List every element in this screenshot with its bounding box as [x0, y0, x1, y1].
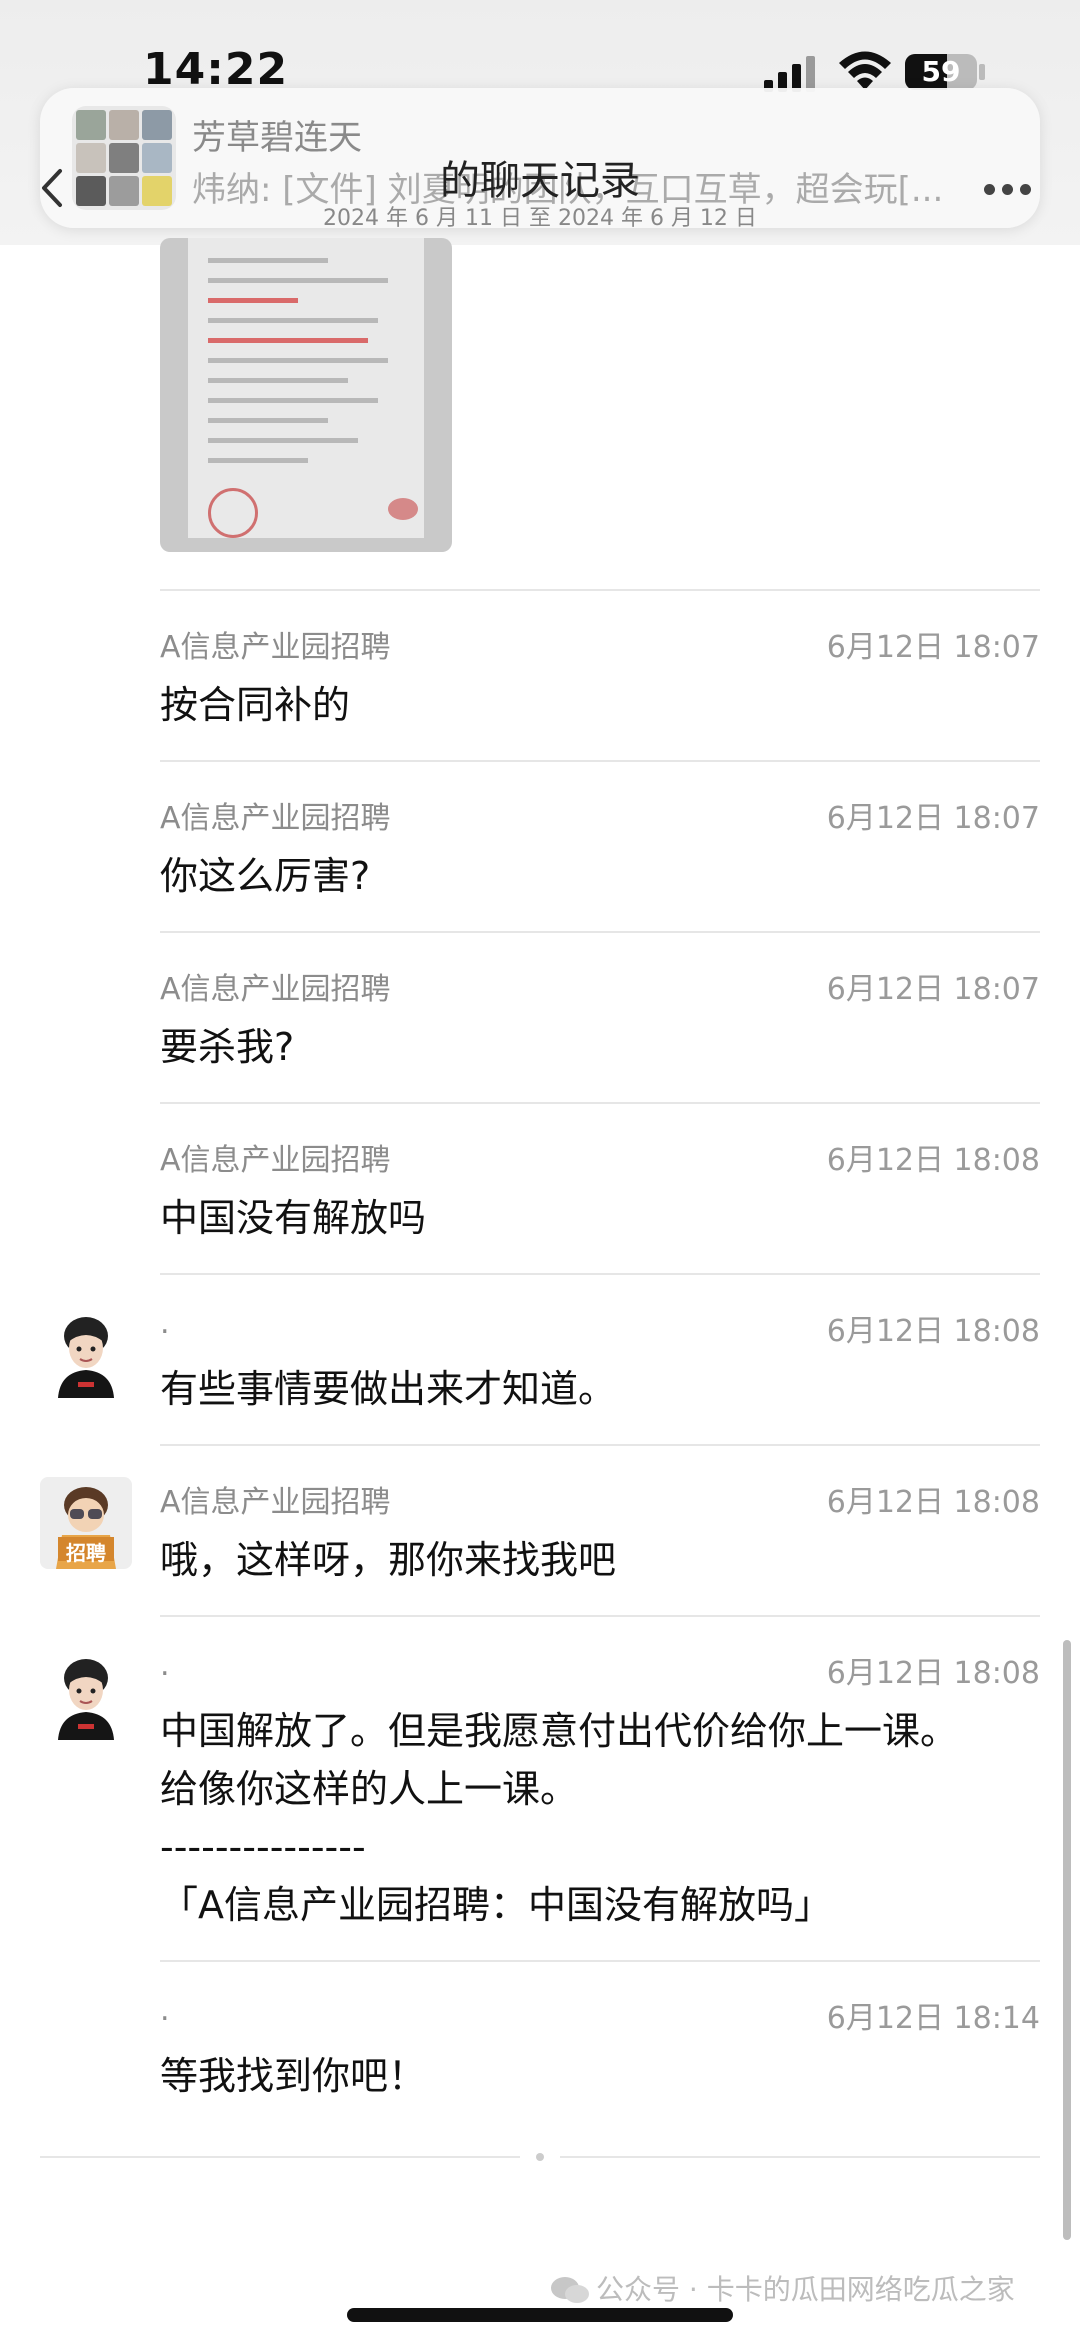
fingerprint-mark [388, 498, 418, 520]
message-sender: . [160, 1306, 170, 1341]
divider [160, 1960, 1040, 1962]
divider [160, 1102, 1040, 1104]
user-avatar[interactable] [40, 1648, 132, 1740]
end-divider-right [560, 2156, 1040, 2158]
watermark: 公众号 · 卡卡的瓜田网络吃瓜之家 [550, 2268, 1015, 2308]
battery-level: 59 [921, 55, 961, 88]
message-sender: A信息产业园招聘 [160, 972, 391, 1007]
message-time: 6月12日 18:08 [826, 1485, 1040, 1520]
message-text: 中国解放了。但是我愿意付出代价给你上一课。 给像你这样的人上一课。 ------… [160, 1709, 959, 1927]
message-text: 要杀我? [160, 1025, 295, 1069]
divider [160, 1615, 1040, 1617]
home-indicator[interactable] [347, 2308, 733, 2322]
message-sender: A信息产业园招聘 [160, 1143, 391, 1178]
divider [160, 760, 1040, 762]
recruiter-avatar[interactable]: 招聘 [40, 1477, 132, 1569]
scrollbar[interactable] [1063, 1640, 1071, 2240]
chat-message[interactable]: A信息产业园招聘 6月12日 18:07 要杀我? [160, 964, 1040, 1084]
chat-message[interactable]: A信息产业园招聘 6月12日 18:07 你这么厉害? [160, 793, 1040, 913]
message-sender: A信息产业园招聘 [160, 630, 391, 665]
stamp-seal [208, 488, 258, 538]
page-title: 的聊天记录 [440, 158, 640, 204]
end-divider-dot [536, 2153, 544, 2161]
more-options-icon[interactable] [984, 184, 1032, 196]
message-time: 6月12日 18:08 [826, 1314, 1040, 1349]
divider [160, 1444, 1040, 1446]
message-time: 6月12日 18:07 [826, 801, 1040, 836]
message-text: 有些事情要做出来才知道。 [160, 1367, 617, 1411]
message-time: 6月12日 18:08 [826, 1656, 1040, 1691]
user-avatar[interactable] [40, 1306, 132, 1398]
wifi-icon [839, 51, 891, 90]
message-time: 6月12日 18:08 [826, 1143, 1040, 1178]
message-sender: . [160, 1993, 170, 2028]
message-text: 等我找到你吧！ [160, 2054, 427, 2098]
battery-cap [979, 64, 985, 80]
chat-message[interactable]: A信息产业园招聘 6月12日 18:07 按合同补的 [160, 622, 1040, 742]
message-text: 哦，这样呀，那你来找我吧 [160, 1538, 617, 1582]
chat-message[interactable]: A信息产业园招聘 6月12日 18:08 中国没有解放吗 [160, 1135, 1040, 1255]
message-sender: A信息产业园招聘 [160, 1485, 391, 1520]
watermark-text: 公众号 · 卡卡的瓜田网络吃瓜之家 [596, 2273, 1015, 2306]
message-sender: . [160, 1648, 170, 1683]
divider [160, 931, 1040, 933]
chat-message[interactable]: . 6月12日 18:08 有些事情要做出来才知道。 [160, 1306, 1040, 1426]
end-divider-left [40, 2156, 520, 2158]
divider [160, 1273, 1040, 1275]
message-time: 6月12日 18:07 [826, 630, 1040, 665]
message-time: 6月12日 18:14 [826, 2001, 1040, 2036]
date-range: 2024 年 6 月 11 日 至 2024 年 6 月 12 日 [323, 206, 757, 231]
chat-message[interactable]: . 6月12日 18:14 等我找到你吧！ [160, 1993, 1040, 2113]
divider [160, 589, 1040, 591]
battery-icon: 59 [905, 54, 977, 90]
message-text: 你这么厉害? [160, 854, 371, 898]
message-text: 中国没有解放吗 [160, 1196, 427, 1240]
recruiter-badge: 招聘 [66, 1541, 106, 1565]
chat-message[interactable]: A信息产业园招聘 6月12日 18:08 哦，这样呀，那你来找我吧 [160, 1477, 1040, 1597]
document-photo[interactable] [160, 238, 452, 552]
message-sender: A信息产业园招聘 [160, 801, 391, 836]
message-text: 按合同补的 [160, 683, 351, 727]
message-time: 6月12日 18:07 [826, 972, 1040, 1007]
chat-message[interactable]: . 6月12日 18:08 中国解放了。但是我愿意付出代价给你上一课。 给像你这… [160, 1648, 1040, 1948]
wechat-icon [551, 2277, 589, 2303]
cellular-signal-icon [764, 56, 820, 92]
